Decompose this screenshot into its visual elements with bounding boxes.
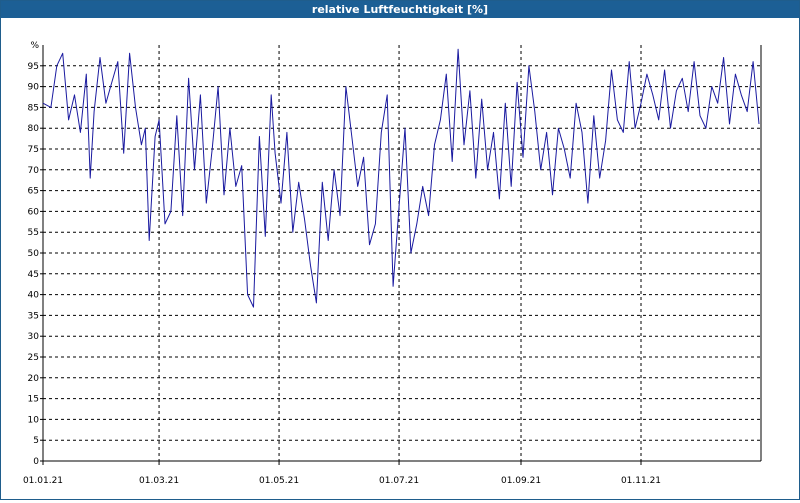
y-tick-label-10: 10 (28, 415, 40, 425)
chart-area: 0 5 10 15 20 25 30 35 40 45 50 55 60 65 70 75 80 85 90 95% 0… (1, 19, 799, 499)
y-tick-label-95: 95 (28, 62, 39, 72)
y-tick-label-40: 40 (28, 291, 40, 301)
series-layer (42, 48, 760, 308)
x-tick-label-01.11.21: 01.11.21 (621, 476, 661, 486)
y-tick-label-75: 75 (28, 145, 39, 155)
y-tick-label-15: 15 (28, 395, 39, 405)
x-tick-label-01.01.21: 01.01.21 (23, 476, 63, 486)
y-tick-label-60: 60 (28, 207, 40, 217)
y-tick-label-25: 25 (28, 353, 39, 363)
y-tick-label-5: 5 (33, 436, 39, 446)
y-tick-label-90: 90 (28, 83, 40, 93)
y-tick-label-55: 55 (28, 228, 39, 238)
chart-window: relative Luftfeuchtigkeit [%] 0 5 10 15 20 25… (0, 0, 800, 500)
humidity-chart: 0 5 10 15 20 25 30 35 40 45 50 55 60 65 70 75 80 85 90 95% 0… (23, 41, 762, 486)
y-tick-label-35: 35 (28, 311, 39, 321)
y-tick-label-50: 50 (28, 249, 40, 259)
window-title: relative Luftfeuchtigkeit [%] (1, 1, 799, 18)
x-tick-label-01.07.21: 01.07.21 (379, 476, 419, 486)
x-tick-label-01.05.21: 01.05.21 (259, 476, 299, 486)
y-tick-label-45: 45 (28, 270, 39, 280)
y-tick-label-20: 20 (28, 374, 40, 384)
series-line-0 (42, 48, 760, 308)
y-tick-label-30: 30 (28, 332, 40, 342)
y-tick-label-80: 80 (28, 124, 40, 134)
y-axis-label: % (30, 41, 39, 51)
x-tick-label-01.03.21: 01.03.21 (139, 476, 179, 486)
y-tick-label-85: 85 (28, 103, 39, 113)
y-tick-label-0: 0 (33, 457, 39, 467)
y-tick-label-65: 65 (28, 187, 39, 197)
gridlines (43, 45, 761, 461)
x-tick-label-01.09.21: 01.09.21 (501, 476, 541, 486)
axes (40, 45, 762, 465)
y-tick-label-70: 70 (28, 166, 40, 176)
